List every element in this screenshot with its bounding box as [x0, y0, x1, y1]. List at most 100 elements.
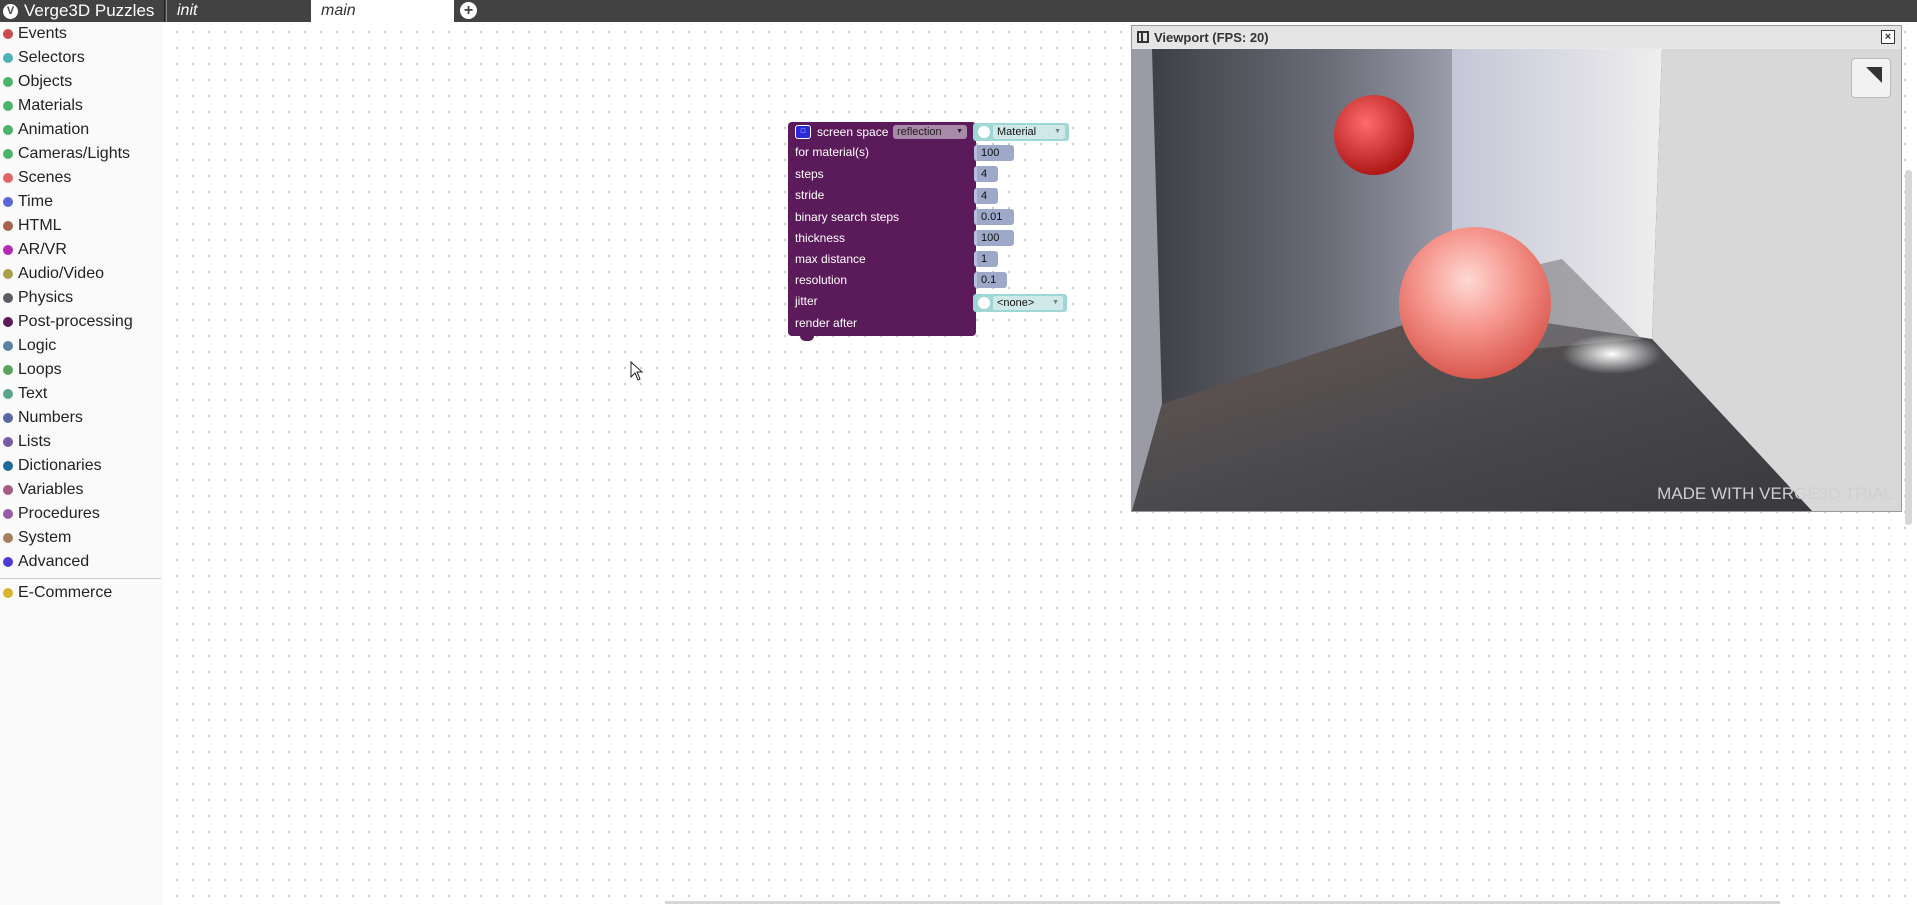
category-color-dot [3, 53, 13, 63]
sidebar-item-advanced[interactable]: Advanced [0, 551, 163, 573]
plus-circle-icon[interactable]: + [460, 2, 477, 19]
sidebar-item-ar-vr[interactable]: AR/VR [0, 239, 163, 261]
sidebar-item-variables[interactable]: Variables [0, 479, 163, 501]
sidebar-item-loops[interactable]: Loops [0, 359, 163, 381]
thickness-input[interactable]: 0.01 [974, 209, 1014, 225]
sidebar-item-cameras-lights[interactable]: Cameras/Lights [0, 143, 163, 165]
sidebar-item-post-processing[interactable]: Post-processing [0, 311, 163, 333]
category-color-dot [3, 389, 13, 399]
sidebar-item-scenes[interactable]: Scenes [0, 167, 163, 189]
tab-main[interactable]: main [311, 0, 454, 22]
sidebar-item-audio-video[interactable]: Audio/Video [0, 263, 163, 285]
input-value: 0.01 [981, 211, 1003, 223]
sidebar-item-text[interactable]: Text [0, 383, 163, 405]
app-brand[interactable]: V Verge3D Puzzles [0, 0, 165, 22]
sidebar-item-numbers[interactable]: Numbers [0, 407, 163, 429]
steps-input[interactable]: 100 [974, 145, 1014, 161]
row-label: resolution [795, 273, 848, 287]
row-label: jitter [795, 294, 818, 308]
screen-space-reflection-block[interactable]: □ screen space reflection ▼ for material… [788, 122, 976, 341]
sidebar-item-procedures[interactable]: Procedures [0, 503, 163, 525]
sidebar-item-label: E-Commerce [18, 584, 113, 601]
category-color-dot [3, 461, 13, 471]
sidebar-item-label: Post-processing [18, 313, 133, 330]
input-value: 4 [981, 190, 988, 202]
row-label: thickness [795, 231, 846, 245]
close-icon[interactable]: × [1881, 30, 1895, 44]
tab-label: main [321, 2, 356, 19]
viewport-header[interactable]: Viewport (FPS: 20) × [1132, 26, 1901, 48]
category-color-dot [3, 341, 13, 351]
fullscreen-icon[interactable] [1851, 58, 1891, 98]
category-color-dot [3, 317, 13, 327]
sidebar-item-system[interactable]: System [0, 527, 163, 549]
render-after-input[interactable]: <none> ▼ [973, 294, 1067, 312]
viewport-canvas[interactable]: MADE WITH VERGE3D TRIAL [1132, 49, 1901, 511]
vertical-scrollbar[interactable] [1905, 170, 1912, 525]
chevron-down-icon: ▼ [1054, 128, 1061, 135]
viewport-title: Viewport (FPS: 20) [1154, 29, 1269, 45]
category-color-dot [3, 485, 13, 495]
input-value: 100 [981, 232, 1000, 244]
category-color-dot [3, 221, 13, 231]
sidebar-item-time[interactable]: Time [0, 191, 163, 213]
max-distance-input[interactable]: 100 [974, 230, 1014, 246]
row-label: max distance [795, 252, 866, 266]
sidebar-item-label: Objects [18, 73, 73, 90]
input-value: 100 [981, 147, 1000, 159]
category-color-dot [3, 293, 13, 303]
sidebar-item-events[interactable]: Events [0, 23, 163, 45]
sidebar-item-label: Audio/Video [18, 265, 104, 282]
tab-init[interactable]: init [166, 0, 311, 22]
sidebar-item-label: Numbers [18, 409, 83, 426]
sidebar-item-physics[interactable]: Physics [0, 287, 163, 309]
category-color-dot [3, 588, 13, 598]
sidebar-item-animation[interactable]: Animation [0, 119, 163, 141]
sidebar-item-label: Scenes [18, 169, 72, 186]
material-input[interactable]: Material ▼ [973, 123, 1069, 141]
category-color-dot [3, 413, 13, 423]
pause-icon[interactable] [1137, 31, 1149, 43]
material-icon [978, 126, 990, 138]
stride-input[interactable]: 4 [974, 166, 998, 182]
binary-search-steps-input[interactable]: 4 [974, 188, 998, 204]
sidebar-item-label: Materials [18, 97, 83, 114]
sidebar-item-label: Events [18, 25, 67, 42]
jitter-input[interactable]: 0.1 [974, 272, 1007, 288]
sidebar-item-objects[interactable]: Objects [0, 71, 163, 93]
mode-dropdown[interactable]: reflection ▼ [893, 125, 967, 139]
sidebar-item-label: AR/VR [18, 241, 67, 258]
category-color-dot [3, 365, 13, 375]
sidebar-item-label: Variables [18, 481, 84, 498]
category-color-dot [3, 437, 13, 447]
sidebar-item-html[interactable]: HTML [0, 215, 163, 237]
block-title: screen space [817, 125, 889, 139]
sidebar-item-dictionaries[interactable]: Dictionaries [0, 455, 163, 477]
input-value: 4 [981, 168, 988, 180]
row-label: steps [795, 167, 824, 181]
category-color-dot [3, 557, 13, 567]
horizontal-scrollbar[interactable] [665, 901, 1780, 904]
sidebar-item-label: HTML [18, 217, 62, 234]
sidebar-item-label: Time [18, 193, 53, 210]
category-color-dot [3, 269, 13, 279]
sidebar-item-label: Loops [18, 361, 62, 378]
category-color-dot [3, 197, 13, 207]
sidebar-item-e-commerce[interactable]: E-Commerce [0, 582, 163, 604]
category-color-dot [3, 149, 13, 159]
resolution-input[interactable]: 1 [974, 251, 998, 267]
sidebar-item-logic[interactable]: Logic [0, 335, 163, 357]
trial-watermark: MADE WITH VERGE3D TRIAL [1657, 484, 1893, 503]
viewport-panel[interactable]: Viewport (FPS: 20) × MADE WITH VERGE3D T… [1131, 25, 1902, 512]
block-notch [800, 335, 814, 341]
mode-value: reflection [897, 126, 942, 138]
sidebar-item-materials[interactable]: Materials [0, 95, 163, 117]
category-color-dot [3, 173, 13, 183]
sidebar-item-label: Logic [18, 337, 57, 354]
sidebar-item-selectors[interactable]: Selectors [0, 47, 163, 69]
category-color-dot [3, 509, 13, 519]
row-label: for material(s) [795, 145, 870, 159]
sidebar-item-lists[interactable]: Lists [0, 431, 163, 453]
sidebar-item-label: Cameras/Lights [18, 145, 131, 162]
object-icon [978, 297, 990, 309]
